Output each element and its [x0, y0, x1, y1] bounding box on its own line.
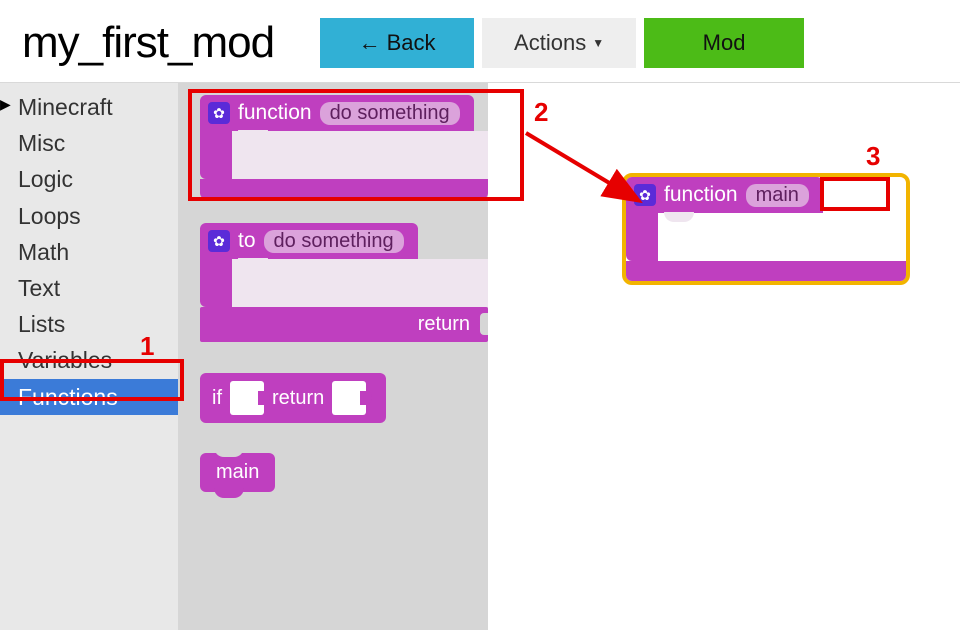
function-name-field[interactable]: do something [264, 230, 404, 253]
block-keyword: function [664, 183, 738, 207]
category-misc[interactable]: Misc [0, 125, 178, 161]
caret-down-icon: ▼ [592, 36, 604, 50]
flyout-block-to-return[interactable]: ✿ to do something return [200, 223, 488, 342]
mod-button[interactable]: Mod [644, 18, 804, 68]
gear-icon: ✿ [208, 230, 230, 252]
block-flyout: ✿ function do something ✿ to do somethin… [178, 83, 488, 630]
category-loops[interactable]: Loops [0, 198, 178, 234]
gear-icon: ✿ [208, 102, 230, 124]
actions-button-label: Actions [514, 30, 586, 56]
flyout-block-call-main[interactable]: main [200, 453, 275, 492]
if-condition-slot[interactable] [230, 381, 264, 415]
gear-icon: ✿ [634, 184, 656, 206]
block-keyword: function [238, 101, 312, 125]
category-logic[interactable]: Logic [0, 161, 178, 197]
workspace: Minecraft Misc Logic Loops Math Text Lis… [0, 83, 960, 630]
return-label: return [272, 387, 324, 410]
back-button-label: Back [387, 30, 436, 56]
category-lists[interactable]: Lists [0, 306, 178, 342]
category-functions[interactable]: Functions [0, 379, 178, 415]
flyout-block-if-return[interactable]: if return [200, 373, 386, 423]
category-minecraft[interactable]: Minecraft [0, 89, 178, 125]
page-title: my_first_mod [22, 18, 274, 68]
category-variables[interactable]: Variables [0, 342, 178, 378]
call-label: main [200, 453, 275, 492]
category-math[interactable]: Math [0, 234, 178, 270]
flyout-block-function[interactable]: ✿ function do something [200, 95, 488, 199]
back-button[interactable]: ← Back [320, 18, 474, 68]
category-text[interactable]: Text [0, 270, 178, 306]
return-label: return [418, 313, 470, 335]
function-name-field[interactable]: main [746, 184, 809, 207]
if-label: if [212, 387, 222, 410]
category-sidebar: Minecraft Misc Logic Loops Math Text Lis… [0, 83, 178, 630]
header: my_first_mod ← Back Actions ▼ Mod [0, 0, 960, 83]
back-arrow-icon: ← [359, 30, 381, 56]
return-value-slot[interactable] [332, 381, 366, 415]
actions-button[interactable]: Actions ▼ [482, 18, 636, 68]
canvas-block-function-main[interactable]: ✿ function main [622, 173, 910, 285]
mod-button-label: Mod [703, 30, 746, 56]
function-name-field[interactable]: do something [320, 102, 460, 125]
canvas[interactable]: ✿ function main [488, 83, 960, 630]
block-keyword: to [238, 229, 256, 253]
